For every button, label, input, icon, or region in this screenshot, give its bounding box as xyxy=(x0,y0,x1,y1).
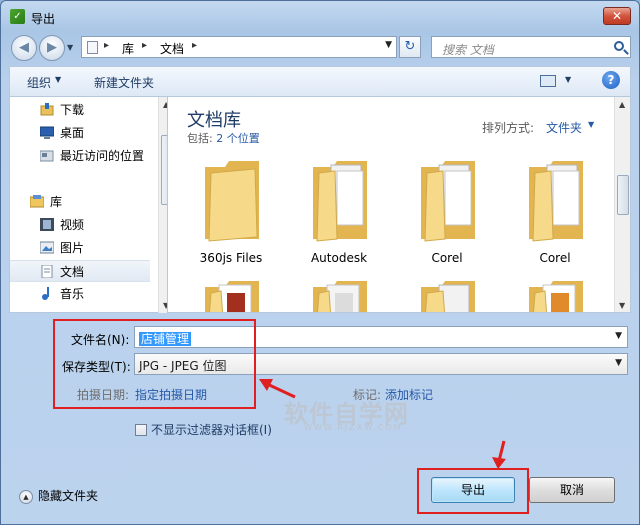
desktop-icon xyxy=(40,126,54,139)
breadcrumb-separator-icon[interactable]: ▸ xyxy=(192,40,197,51)
folder-item[interactable]: 360js Files xyxy=(181,159,281,265)
folder-icon[interactable] xyxy=(311,279,369,313)
video-icon xyxy=(40,218,54,231)
sidebar-item-label: 桌面 xyxy=(60,126,85,140)
address-bar[interactable]: ▸ 库 ▸ 文档 ▸ ▼ xyxy=(81,36,397,58)
folder-icon[interactable] xyxy=(419,279,477,313)
title-bar: ✓ 导出 ✕ xyxy=(1,1,639,31)
collapse-up-icon: ▲ xyxy=(19,489,33,504)
folder-icon xyxy=(529,161,583,242)
document-location-icon xyxy=(87,41,98,54)
sidebar-item-library[interactable]: 库 xyxy=(10,191,150,213)
back-arrow-icon: ◀ xyxy=(19,40,29,55)
sidebar-item-label: 最近访问的位置 xyxy=(60,149,145,163)
sidebar-item-recent-places[interactable]: 最近访问的位置 xyxy=(10,145,150,167)
sidebar-item-pictures[interactable]: 图片 xyxy=(10,237,150,259)
forward-arrow-icon: ▶ xyxy=(47,40,57,55)
library-icon xyxy=(30,195,44,208)
window-title: 导出 xyxy=(31,12,56,26)
folder-name: Corel xyxy=(431,251,463,265)
folder-name: Corel xyxy=(539,251,571,265)
sidebar-item-label: 文档 xyxy=(60,265,85,279)
annotation-arrow-icon xyxy=(492,440,506,469)
folder-icon[interactable] xyxy=(527,279,585,313)
folder-name: 360js Files xyxy=(199,251,263,265)
annotation-arrow-icon xyxy=(259,379,296,399)
folder-icon xyxy=(205,161,259,242)
folder-icon[interactable] xyxy=(203,279,261,313)
sidebar-item-label: 库 xyxy=(50,195,63,209)
search-box[interactable]: 搜索 文档 xyxy=(431,36,631,58)
scroll-up-icon[interactable]: ▲ xyxy=(619,100,625,109)
documents-icon xyxy=(41,265,53,278)
sidebar-item-label: 视频 xyxy=(60,218,85,232)
includes-label: 包括: xyxy=(187,132,213,145)
hide-folders-toggle[interactable]: ▲ 隐藏文件夹 xyxy=(19,487,98,504)
breadcrumb-separator-icon[interactable]: ▸ xyxy=(104,40,109,51)
library-includes: 包括: 2 个位置 xyxy=(187,130,260,146)
no-filter-checkbox[interactable] xyxy=(135,424,147,436)
folder-icon xyxy=(313,161,367,242)
organize-caret-icon[interactable]: ▼ xyxy=(55,75,61,84)
breadcrumb-library[interactable]: 库 xyxy=(122,40,134,57)
file-list-pane: 文档库 包括: 2 个位置 排列方式: 文件夹 ▼ 360js Files Au… xyxy=(167,96,631,313)
cancel-button[interactable]: 取消 xyxy=(529,477,615,503)
scroll-down-icon[interactable]: ▼ xyxy=(619,301,625,310)
refresh-button[interactable]: ↻ xyxy=(399,36,421,58)
recent-places-icon xyxy=(40,150,54,162)
arrange-by-dropdown[interactable]: 文件夹 xyxy=(546,119,582,136)
search-placeholder: 搜索 文档 xyxy=(442,43,494,57)
annotation-box-export xyxy=(417,468,529,514)
pictures-icon xyxy=(40,241,54,254)
sidebar-item-downloads[interactable]: 下载 xyxy=(10,99,150,121)
help-icon[interactable]: ? xyxy=(602,71,620,89)
annotation-box-filename xyxy=(53,319,256,409)
arrange-by-label: 排列方式: xyxy=(482,121,535,135)
recent-pages-dropdown-icon[interactable]: ▼ xyxy=(67,43,73,52)
no-filter-label[interactable]: 不显示过滤器对话框(I) xyxy=(151,421,276,439)
music-icon xyxy=(42,287,49,300)
folder-name: Autodesk xyxy=(310,251,368,265)
sidebar-item-videos[interactable]: 视频 xyxy=(10,214,150,236)
arrange-caret-icon[interactable]: ▼ xyxy=(588,120,594,129)
sidebar-item-label: 图片 xyxy=(60,241,85,255)
includes-locations-link[interactable]: 2 个位置 xyxy=(216,132,260,145)
scroll-thumb[interactable] xyxy=(617,175,629,215)
content-scrollbar[interactable]: ▲ ▼ xyxy=(614,97,630,312)
breadcrumb-separator-icon[interactable]: ▸ xyxy=(142,40,147,51)
folder-icon xyxy=(421,161,475,242)
back-button[interactable]: ◀ xyxy=(11,35,37,61)
app-icon: ✓ xyxy=(10,9,25,24)
folder-item[interactable]: Autodesk xyxy=(289,159,389,265)
hide-folders-label: 隐藏文件夹 xyxy=(38,489,99,503)
view-caret-icon[interactable]: ▼ xyxy=(565,75,571,84)
watermark-url: WWW.RJZXW.COM xyxy=(304,423,403,432)
sidebar-item-label: 下载 xyxy=(60,103,85,117)
folder-item[interactable]: Corel xyxy=(397,159,497,265)
library-title: 文档库 xyxy=(187,110,241,131)
folder-item[interactable]: Corel xyxy=(505,159,605,265)
search-icon[interactable] xyxy=(614,41,624,51)
refresh-icon: ↻ xyxy=(404,39,416,54)
download-icon xyxy=(40,103,54,116)
filename-dropdown-icon[interactable]: ▼ xyxy=(615,331,622,341)
sidebar-item-music[interactable]: 音乐 xyxy=(10,283,150,305)
navigation-pane: 下载 桌面 最近访问的位置 库 视频 图片 文档 音乐 xyxy=(9,96,175,313)
sidebar-item-documents[interactable]: 文档 xyxy=(10,260,150,282)
forward-button[interactable]: ▶ xyxy=(39,35,65,61)
sidebar-item-desktop[interactable]: 桌面 xyxy=(10,122,150,144)
sidebar-item-label: 音乐 xyxy=(60,287,85,301)
view-options-icon[interactable] xyxy=(540,75,556,87)
address-dropdown-icon[interactable]: ▼ xyxy=(385,40,392,50)
new-folder-button[interactable]: 新建文件夹 xyxy=(94,74,154,91)
export-dialog: ✓ 导出 ✕ ◀ ▶ ▼ ▸ 库 ▸ 文档 ▸ ▼ ↻ 搜索 文档 组织 ▼ 新… xyxy=(0,0,640,525)
close-button[interactable]: ✕ xyxy=(603,7,631,25)
toolbar: 组织 ▼ 新建文件夹 ▼ ? xyxy=(9,66,631,96)
filetype-dropdown-icon[interactable]: ▼ xyxy=(615,358,622,368)
organize-menu[interactable]: 组织 xyxy=(27,74,51,91)
breadcrumb-documents[interactable]: 文档 xyxy=(160,40,184,57)
